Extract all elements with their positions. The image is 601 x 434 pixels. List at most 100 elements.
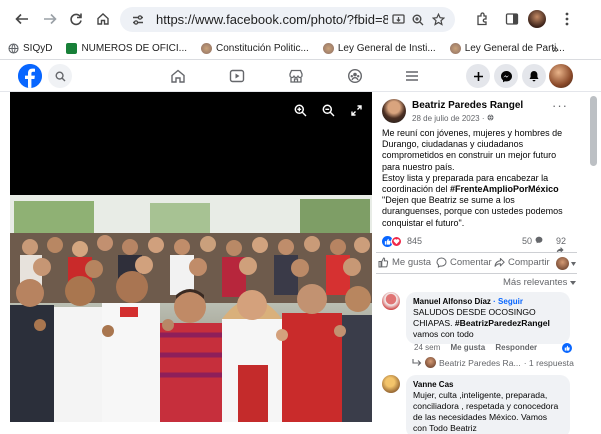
zoom-icon[interactable] — [408, 10, 428, 30]
comment-text: SALUDOS DESDE OCOSINGO CHIAPAS. #Beatriz… — [413, 307, 563, 340]
seal-icon — [201, 43, 213, 54]
fb-search-button[interactable] — [48, 64, 72, 88]
side-panel-icon[interactable] — [500, 7, 524, 31]
comment-icon — [436, 257, 447, 268]
comment-count-text: 50 — [522, 236, 533, 246]
comment-meta: 24 sem Me gusta Responder — [414, 343, 537, 352]
fullscreen-icon[interactable] — [346, 100, 366, 120]
home-icon[interactable] — [91, 7, 115, 31]
share-icon — [494, 258, 505, 267]
notifications-bell-icon[interactable] — [522, 64, 546, 88]
url-text[interactable]: https://www.facebook.com/photo/?fbid=820… — [156, 12, 388, 27]
bookmark-constitucion[interactable]: Constitución Politic... — [201, 43, 309, 54]
panel-scrollbar[interactable] — [586, 92, 601, 434]
browser-toolbar: https://www.facebook.com/photo/?fbid=820… — [0, 0, 601, 38]
comment-text: Mujer, culta ,inteligente, preparada, co… — [413, 390, 559, 433]
reaction-count[interactable]: 845 — [407, 236, 422, 246]
bookmark-label: Ley General de Parti... — [464, 43, 565, 54]
share-count-text: 92 — [556, 236, 567, 246]
comment-text-span: vamos con todo — [413, 329, 474, 339]
follow-link[interactable]: · Seguir — [491, 297, 523, 306]
comment-button[interactable]: Comentar — [436, 257, 492, 268]
bookmark-numeros[interactable]: NUMEROS DE OFICI... — [66, 43, 187, 54]
post-header: Beatriz Paredes Rangel 28 de julio de 20… — [382, 98, 574, 126]
reply-author-avatar — [425, 357, 436, 368]
share-button[interactable]: Compartir — [494, 257, 550, 268]
love-reaction-icon[interactable] — [391, 236, 402, 247]
photo-viewer — [10, 92, 372, 422]
install-app-icon[interactable] — [388, 10, 408, 30]
bookmark-ley-partidos[interactable]: Ley General de Parti... — [449, 43, 565, 54]
comment-like-badge-icon — [562, 343, 572, 353]
commenter-avatar[interactable] — [382, 292, 400, 310]
viewer-toolbar — [290, 100, 366, 120]
like-button[interactable]: Me gusta — [378, 257, 431, 268]
comment-like-link[interactable]: Me gusta — [450, 343, 485, 352]
fb-video-icon[interactable] — [227, 66, 247, 86]
comment-sort-dropdown[interactable]: Más relevantes — [503, 277, 577, 288]
caret-down-icon[interactable] — [571, 262, 576, 266]
fb-account-avatar[interactable] — [549, 64, 573, 88]
sort-label: Más relevantes — [503, 277, 568, 288]
fb-marketplace-icon[interactable] — [286, 66, 306, 86]
bookmark-ley-instituciones[interactable]: Ley General de Insti... — [322, 43, 436, 54]
fb-groups-icon[interactable] — [345, 66, 365, 86]
globe-icon — [487, 114, 494, 121]
fb-home-icon[interactable] — [168, 66, 188, 86]
seal-icon — [449, 43, 461, 54]
site-info-icon[interactable] — [128, 10, 148, 30]
extensions-icon[interactable] — [470, 7, 494, 31]
comment-bubble: Manuel Alfonso Díaz · Seguir SALUDOS DES… — [406, 292, 570, 344]
post-panel: Beatriz Paredes Rangel 28 de julio de 20… — [376, 92, 577, 434]
author-avatar[interactable] — [382, 99, 406, 123]
commenter-avatar[interactable] — [382, 375, 400, 393]
thumbs-up-icon — [378, 257, 389, 268]
zoom-out-icon[interactable] — [318, 100, 338, 120]
post-options-icon[interactable]: ··· — [552, 98, 568, 113]
comment-time[interactable]: 24 sem — [414, 343, 440, 352]
forward-arrow-icon[interactable] — [38, 7, 62, 31]
like-label: Me gusta — [392, 257, 432, 268]
commenter-name[interactable]: Vanne Cas — [413, 379, 563, 390]
address-bar[interactable]: https://www.facebook.com/photo/?fbid=820… — [120, 7, 455, 32]
back-arrow-icon[interactable] — [10, 7, 34, 31]
reload-icon[interactable] — [64, 7, 88, 31]
reply-count: · 1 respuesta — [523, 357, 574, 368]
post-date-text: 28 de julio de 2023 · — [412, 114, 487, 123]
comment-count[interactable]: 50 — [522, 236, 543, 246]
messenger-icon[interactable] — [494, 64, 518, 88]
post-date[interactable]: 28 de julio de 2023 · — [412, 114, 494, 123]
scrollbar-thumb[interactable] — [590, 96, 597, 166]
comment-bubble: Vanne Cas Mujer, culta ,inteligente, pre… — [406, 375, 570, 434]
fb-menu-icon[interactable] — [402, 66, 422, 86]
commenter-name[interactable]: Manuel Alfonso Díaz — [413, 297, 491, 306]
post-paragraph-2: Estoy lista y preparada para encabezar l… — [382, 173, 574, 195]
post-actions: Me gusta Comentar Compartir — [376, 252, 577, 274]
bookmark-label: Constitución Politic... — [216, 43, 309, 54]
sheets-icon — [66, 43, 78, 54]
bookmark-label: SIQyD — [23, 43, 53, 54]
fb-create-button[interactable] — [466, 64, 490, 88]
comment-as-avatar[interactable] — [556, 257, 569, 270]
post-hashtag[interactable]: #FrenteAmplioPorMéxico — [450, 184, 559, 194]
profile-avatar[interactable] — [528, 10, 546, 28]
group-photo — [10, 195, 372, 422]
bookmark-label: Ley General de Insti... — [337, 43, 436, 54]
comment-item: Vanne Cas Mujer, culta ,inteligente, pre… — [382, 375, 574, 434]
more-menu-icon[interactable] — [555, 7, 579, 31]
zoom-in-icon[interactable] — [290, 100, 310, 120]
post-paragraph-1: Me reuní con jóvenes, mujeres y hombres … — [382, 128, 563, 172]
facebook-header — [0, 60, 601, 92]
comment-reply-link[interactable]: Responder — [495, 343, 537, 352]
seal-icon — [322, 43, 334, 54]
bookmarks-overflow-button[interactable]: » — [552, 42, 559, 56]
post-paragraph-3: "Dejen que Beatriz se sume a los durangu… — [382, 195, 563, 228]
reply-author: Beatriz Paredes Ra... — [439, 357, 521, 368]
view-replies-link[interactable]: Beatriz Paredes Ra... · 1 respuesta — [412, 357, 574, 368]
comment-hashtag[interactable]: #BeatrizParedezRangel — [455, 318, 550, 328]
reply-arrow-icon — [412, 358, 422, 366]
bookmark-star-icon[interactable] — [428, 10, 448, 30]
author-name[interactable]: Beatriz Paredes Rangel — [412, 100, 523, 111]
facebook-logo[interactable] — [18, 64, 42, 88]
bookmark-siqyd[interactable]: SIQyD — [8, 43, 52, 54]
